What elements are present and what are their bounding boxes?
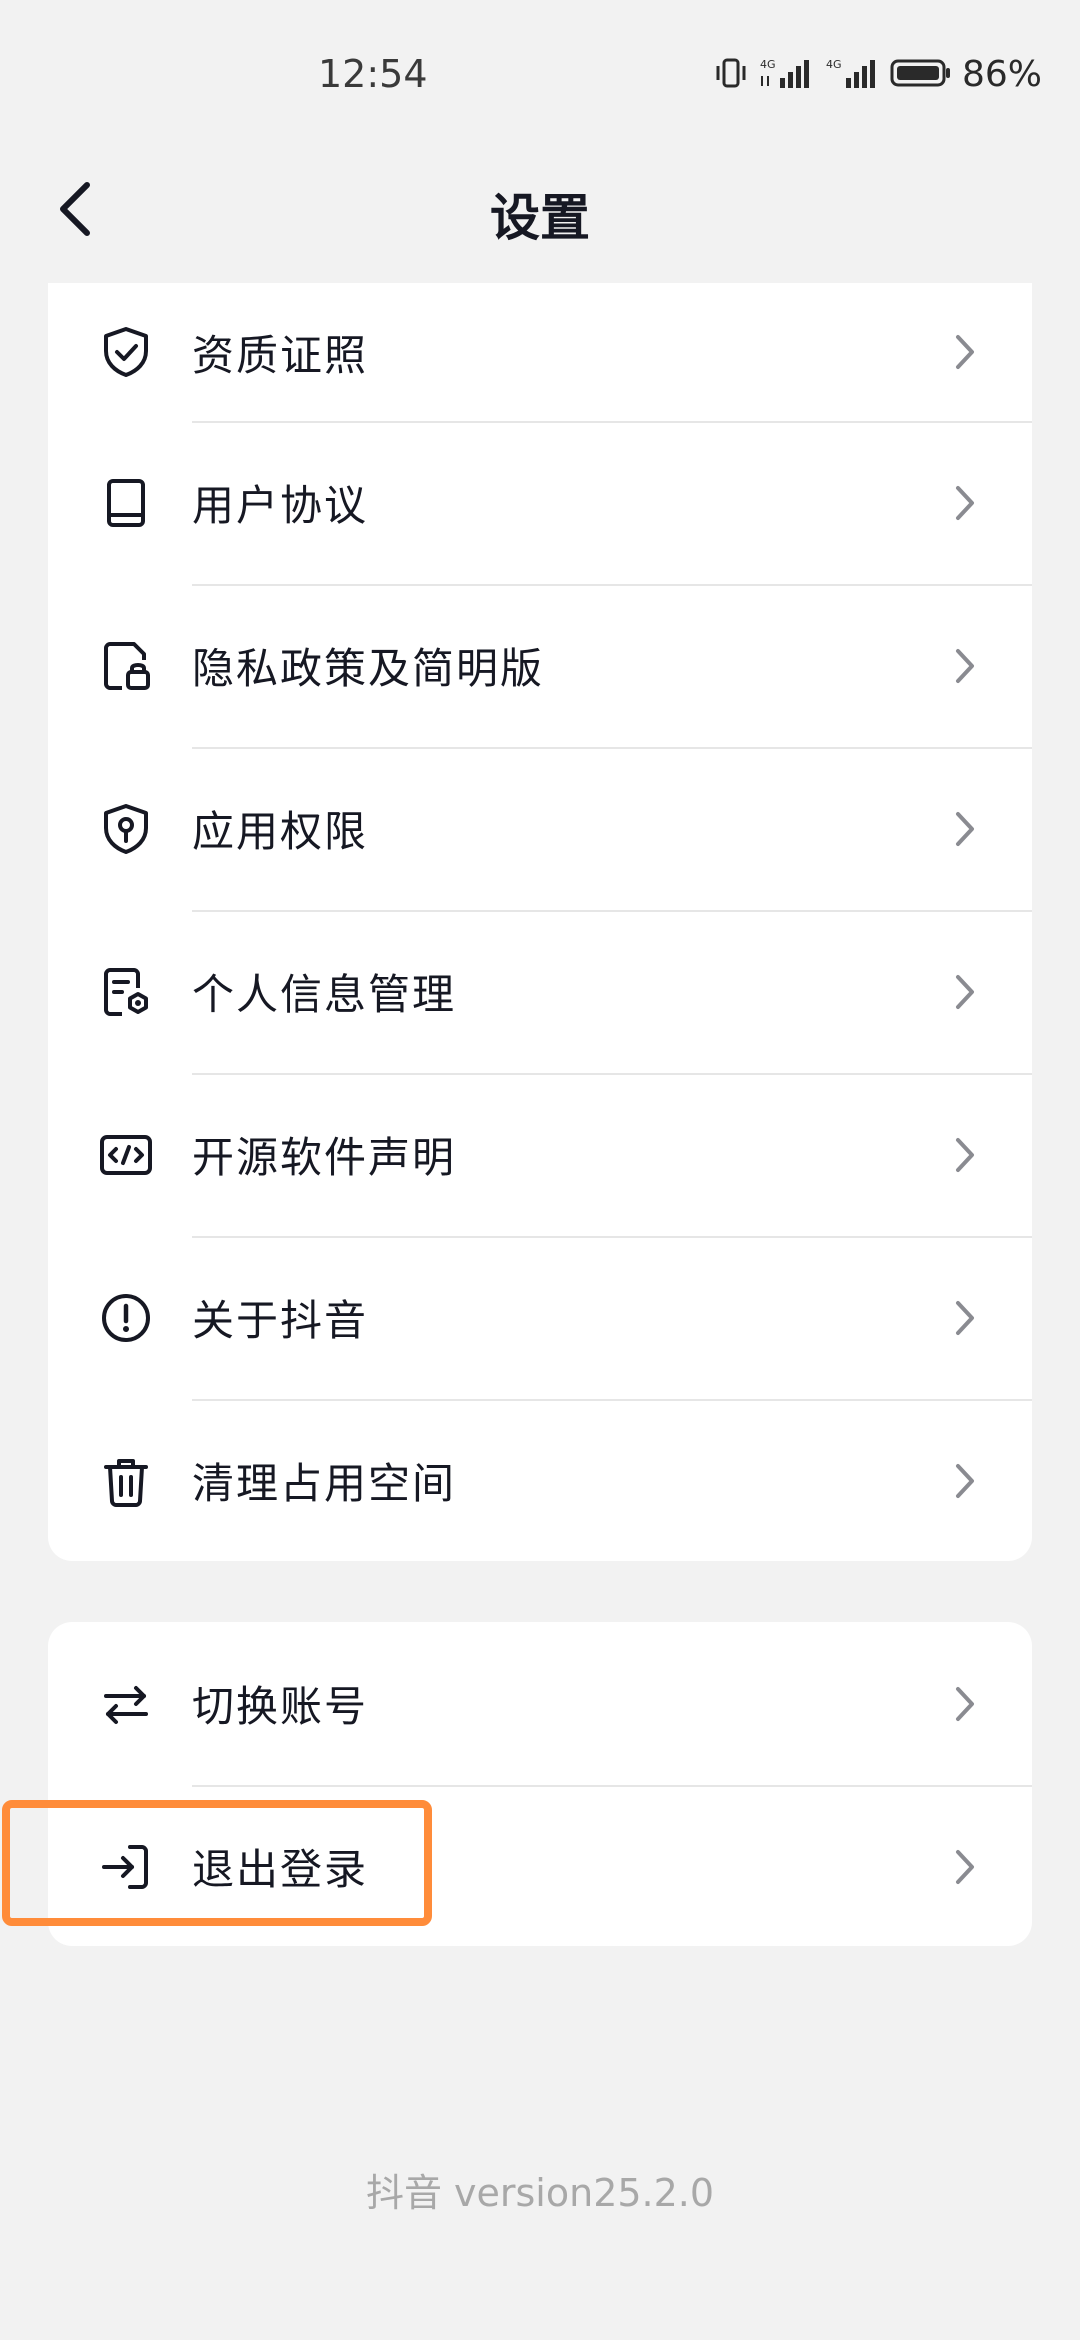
code-icon — [98, 1127, 154, 1183]
signal-1-icon: 4G — [758, 56, 814, 94]
shield-check-icon — [98, 324, 154, 380]
settings-item-personal-info[interactable]: 个人信息管理 — [48, 910, 1032, 1073]
chevron-right-icon — [950, 1461, 980, 1501]
battery-icon — [890, 56, 952, 94]
chevron-right-icon — [950, 332, 980, 372]
settings-item-open-source[interactable]: 开源软件声明 — [48, 1073, 1032, 1236]
vibrate-icon — [714, 56, 748, 94]
settings-item-label: 隐私政策及简明版 — [192, 644, 545, 693]
status-bar: 12:54 4G 4G 86% — [0, 0, 1080, 150]
settings-item-label: 退出登录 — [192, 1845, 369, 1894]
info-circle-icon — [98, 1290, 154, 1346]
chevron-right-icon — [950, 646, 980, 686]
status-time: 12:54 — [318, 52, 428, 96]
settings-item-clear-storage[interactable]: 清理占用空间 — [48, 1399, 1032, 1561]
page-title: 设置 — [490, 189, 590, 247]
switch-arrows-icon — [98, 1676, 154, 1732]
signal-2-icon: 4G — [824, 56, 880, 94]
chevron-right-icon — [950, 1684, 980, 1724]
settings-item-app-permissions[interactable]: 应用权限 — [48, 747, 1032, 910]
book-icon — [98, 475, 154, 531]
settings-item-privacy-policy[interactable]: 隐私政策及简明版 — [48, 584, 1032, 747]
settings-item-label: 开源软件声明 — [192, 1133, 457, 1182]
chevron-right-icon — [950, 1298, 980, 1338]
battery-percent: 86% — [961, 54, 1042, 95]
settings-item-about[interactable]: 关于抖音 — [48, 1236, 1032, 1399]
settings-card-general: 资质证照 用户协议 隐私政策及简明版 应用权限 个人信息管理 开源软件声明 关于… — [48, 283, 1032, 1561]
network-1-label: 4G — [760, 58, 776, 71]
settings-item-label: 关于抖音 — [192, 1296, 369, 1345]
settings-item-label: 资质证照 — [192, 330, 369, 380]
chevron-right-icon — [950, 1847, 980, 1887]
document-lock-icon — [98, 638, 154, 694]
settings-item-logout[interactable]: 退出登录 — [48, 1785, 1032, 1946]
network-2-label: 4G — [826, 58, 842, 71]
settings-item-user-agreement[interactable]: 用户协议 — [48, 421, 1032, 584]
chevron-right-icon — [950, 972, 980, 1012]
chevron-right-icon — [950, 1135, 980, 1175]
settings-item-label: 个人信息管理 — [192, 970, 457, 1019]
settings-item-label: 用户协议 — [192, 481, 369, 530]
settings-item-label: 切换账号 — [192, 1682, 369, 1731]
status-icons: 4G 4G 86% — [714, 54, 1042, 95]
header: 设置 — [0, 150, 1080, 270]
app-version: 抖音 version25.2.0 — [365, 2171, 715, 2215]
trash-icon — [98, 1453, 154, 1509]
chevron-right-icon — [950, 483, 980, 523]
settings-item-label: 清理占用空间 — [192, 1459, 457, 1508]
shield-key-icon — [98, 801, 154, 857]
settings-item-switch-account[interactable]: 切换账号 — [48, 1622, 1032, 1785]
settings-card-account: 切换账号 退出登录 — [48, 1622, 1032, 1946]
settings-item-label: 应用权限 — [192, 807, 369, 856]
logout-icon — [98, 1839, 154, 1895]
settings-item-qualifications[interactable]: 资质证照 — [48, 283, 1032, 421]
chevron-right-icon — [950, 809, 980, 849]
document-gear-icon — [98, 964, 154, 1020]
